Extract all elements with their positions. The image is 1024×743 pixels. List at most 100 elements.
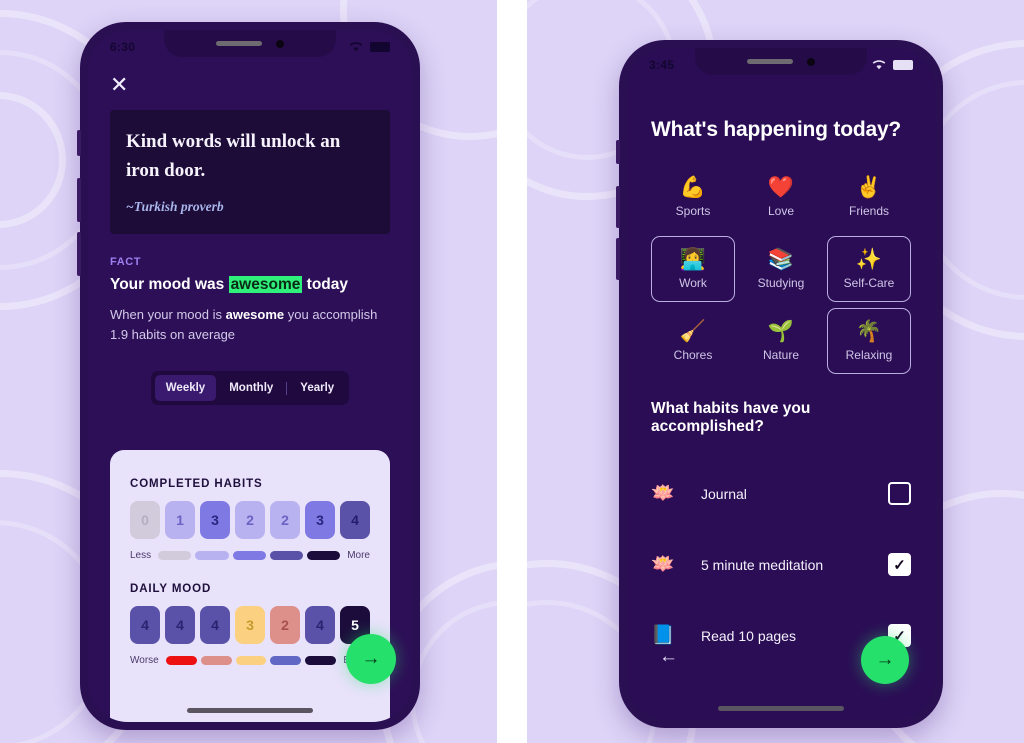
mood-emoji-icon: ✨ [855,247,883,271]
scale-low-label: Worse [130,655,159,666]
mood-option-label: Chores [673,347,713,362]
quote-author: ~Turkish proverb [126,199,224,214]
left-phone-frame: 6:30 ✕ Kind words will unlock an iron do… [77,22,420,730]
mood-emoji-icon: 🌴 [855,319,883,343]
habit-checkbox[interactable]: ✓ [888,553,911,576]
scale-high-label: More [347,550,370,561]
period-segmented-control[interactable]: Weekly Monthly Yearly [150,371,350,405]
mood-option-nature[interactable]: 🌱 Nature [739,308,823,374]
mood-option-label: Sports [675,203,711,218]
daily-mood-title: DAILY MOOD [130,583,212,595]
completed-habits-title: COMPLETED HABITS [130,478,263,490]
scale-swatches [165,656,337,665]
fact-headline-prefix: Your mood was [110,276,229,293]
mood-option-label: Nature [762,347,800,362]
right-screen-content: What's happening today? 💪 Sports ❤️ Love ✌️ F… [627,48,935,720]
completed-habits-cell[interactable]: 1 [165,501,195,539]
scale-low-label: Less [130,550,152,561]
mood-option-studying[interactable]: 📚 Studying [739,236,823,302]
completed-habits-cell[interactable]: 2 [235,501,265,539]
home-indicator[interactable] [187,708,313,713]
mood-option-label: Love [767,203,795,218]
mood-option-chores[interactable]: 🧹 Chores [651,308,735,374]
phone-volume-up-button[interactable] [616,186,620,228]
mood-option-sports[interactable]: 💪 Sports [651,164,735,230]
completed-habits-scale-swatch [195,551,229,560]
fact-headline: Your mood was awesome today [110,274,390,296]
mood-emoji-icon: 🌱 [767,319,795,343]
daily-mood-scale-swatch [270,656,302,665]
habit-checkbox[interactable] [888,482,911,505]
mood-emoji-icon: 🧹 [679,319,707,343]
completed-habits-scale-swatch [269,551,303,560]
phone-volume-up-button[interactable] [77,178,81,222]
phone-mute-switch[interactable] [616,140,620,164]
habit-icon: 📘 [651,624,675,646]
daily-mood-cell[interactable]: 4 [305,606,335,644]
mood-option-relaxing[interactable]: 🌴 Relaxing [827,308,911,374]
quote-text: Kind words will unlock an iron door. [126,131,341,181]
mood-option-label: Studying [757,275,805,290]
period-tab-yearly[interactable]: Yearly [289,375,345,401]
completed-habits-cell[interactable]: 4 [340,501,370,539]
period-tab-weekly[interactable]: Weekly [154,375,217,401]
daily-mood-cells: 4443245 [130,606,370,644]
completed-habits-scale-swatch [158,551,192,560]
fact-subtext-bold: awesome [225,307,285,322]
stats-card: COMPLETED HABITS 0132234 Less More DAILY… [110,450,390,722]
fact-subtext-prefix: When your mood is [110,307,226,322]
segment-divider [286,381,288,395]
mood-option-work[interactable]: 👩‍💻 Work [651,236,735,302]
left-phone-screen: 6:30 ✕ Kind words will unlock an iron do… [88,30,412,722]
fact-headline-suffix: today [302,276,349,293]
mood-option-label: Work [679,275,707,290]
phone-volume-down-button[interactable] [77,232,81,276]
completed-habits-cell[interactable]: 3 [305,501,335,539]
panel-divider [497,0,527,743]
fact-subtext: When your mood is awesome you accomplish… [110,305,390,345]
period-tab-monthly[interactable]: Monthly [218,375,284,401]
screenshot-stage: 6:30 ✕ Kind words will unlock an iron do… [0,0,1024,743]
habits-section-title: What habits have you accomplished? [651,400,811,435]
mood-option-label: Relaxing [845,347,893,362]
mood-option-love[interactable]: ❤️ Love [739,164,823,230]
mood-option-friends[interactable]: ✌️ Friends [827,164,911,230]
scale-swatches [158,551,341,560]
right-phone-screen: 3:45 What's happening today? 💪 Sports ❤️… [627,48,935,720]
habit-name: Read 10 pages [701,627,796,644]
left-panel: 6:30 ✕ Kind words will unlock an iron do… [0,0,497,743]
close-icon[interactable]: ✕ [110,74,134,98]
right-panel: 3:45 What's happening today? 💪 Sports ❤️… [527,0,1024,743]
completed-habits-cell[interactable]: 0 [130,501,160,539]
completed-habits-cell[interactable]: 3 [200,501,230,539]
next-button[interactable]: → [346,634,396,684]
period-tabs-wrapper: Weekly Monthly Yearly [110,371,390,405]
completed-habits-scale: Less More [130,550,370,561]
mood-emoji-icon: 💪 [679,175,707,199]
mood-option-self-care[interactable]: ✨ Self-Care [827,236,911,302]
home-indicator[interactable] [718,706,844,711]
daily-mood-scale: Worse Better [130,655,370,666]
habit-name: Journal [701,485,747,502]
fact-label: FACT [110,256,142,268]
phone-volume-down-button[interactable] [616,238,620,280]
mood-grid: 💪 Sports ❤️ Love ✌️ Friends 👩‍💻 Work 📚 Studying ✨ S… [651,164,911,374]
habit-row[interactable]: 🪷 Journal [651,458,911,529]
mood-emoji-icon: ❤️ [767,175,795,199]
habit-row[interactable]: 🪷 5 minute meditation ✓ [651,529,911,600]
habit-name: 5 minute meditation [701,556,824,573]
completed-habits-cells: 0132234 [130,501,370,539]
completed-habits-scale-swatch [307,551,341,560]
daily-mood-cell[interactable]: 4 [130,606,160,644]
daily-mood-cell[interactable]: 4 [200,606,230,644]
back-button[interactable]: ← [659,646,678,668]
daily-mood-scale-swatch [305,656,337,665]
daily-mood-cell[interactable]: 4 [165,606,195,644]
quote-card: Kind words will unlock an iron door. ~Tu… [110,110,390,234]
completed-habits-cell[interactable]: 2 [270,501,300,539]
daily-mood-cell[interactable]: 3 [235,606,265,644]
next-button[interactable]: → [861,636,909,684]
phone-mute-switch[interactable] [77,130,81,156]
daily-mood-cell[interactable]: 2 [270,606,300,644]
mood-emoji-icon: 📚 [767,247,795,271]
